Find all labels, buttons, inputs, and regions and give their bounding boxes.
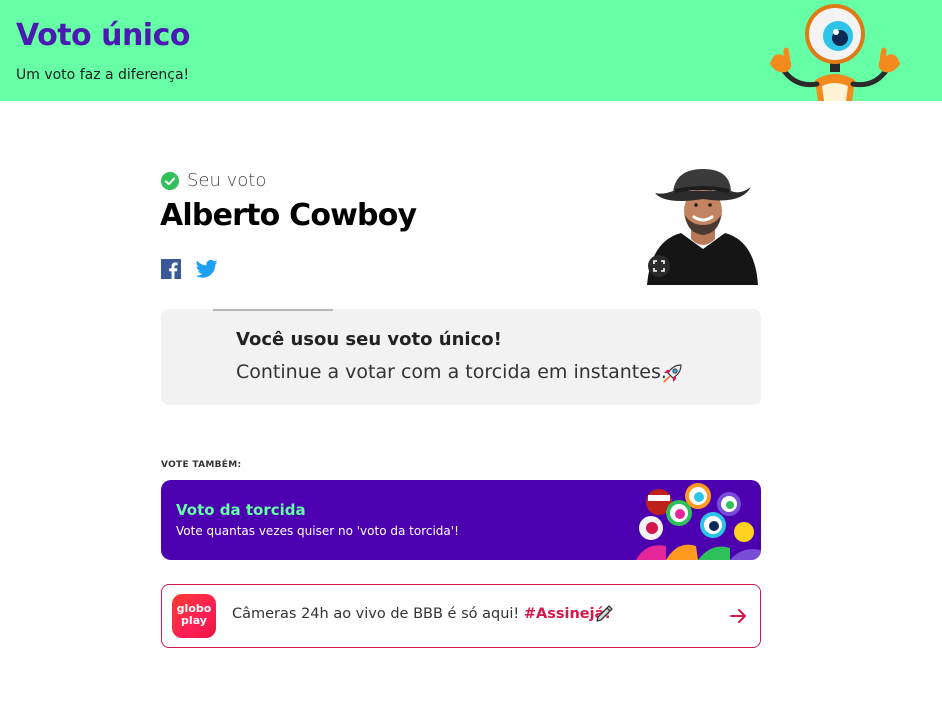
torcida-subtitle: Vote quantas vezes quiser no 'voto da to… [176,524,459,538]
twitter-icon[interactable] [196,259,218,279]
facebook-icon[interactable] [161,259,181,279]
candidate-name: Alberto Cowboy [160,198,417,233]
globoplay-text: Câmeras 24h ao vivo de BBB é só aqui! #A… [232,606,611,622]
check-circle-icon [161,172,179,190]
rocket-icon [663,364,682,383]
globoplay-logo-line2: play [181,614,207,627]
arrow-right-icon[interactable] [729,607,747,625]
info-title: Você usou seu voto único! [236,329,502,350]
torcida-title: Voto da torcida [176,501,306,519]
voto-da-torcida-card[interactable]: Voto da torcida Vote quantas vezes quise… [161,480,761,560]
info-text: Continue a votar com a torcida em instan… [236,361,667,383]
globoplay-logo: globo play [172,594,216,638]
mascot-crowd-icon [636,483,761,560]
section-label-vote-tambem: VOTE TAMBÉM: [161,460,242,470]
big-brother-eye-mascot-icon [770,4,900,101]
globoplay-message: Câmeras 24h ao vivo de BBB é só aqui! [232,606,524,622]
page-title: Voto único [16,18,190,53]
info-box [161,309,761,405]
expand-icon[interactable] [648,255,670,277]
page-subtitle: Um voto faz a diferença! [16,67,190,83]
info-progress-bar [213,309,333,311]
pencil-icon [596,605,613,622]
header-banner: Voto único Um voto faz a diferença! [0,0,942,101]
vote-label: Seu voto [187,170,267,191]
